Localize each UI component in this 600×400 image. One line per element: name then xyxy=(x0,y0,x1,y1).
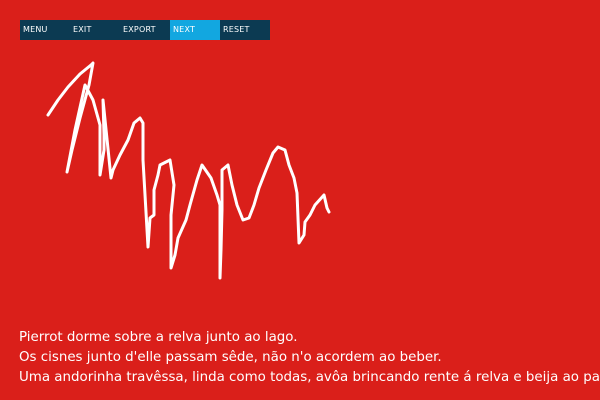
poem-line: Os cisnes junto d'elle passam sêde, não … xyxy=(19,350,442,365)
scribble-stroke xyxy=(46,61,331,280)
poem-line: Pierrot dorme sobre a relva junto ao lag… xyxy=(19,330,298,345)
poem-line: Uma andorinha travêssa, linda como todas… xyxy=(19,370,600,385)
poem-text: Pierrot dorme sobre a relva junto ao lag… xyxy=(19,328,600,388)
